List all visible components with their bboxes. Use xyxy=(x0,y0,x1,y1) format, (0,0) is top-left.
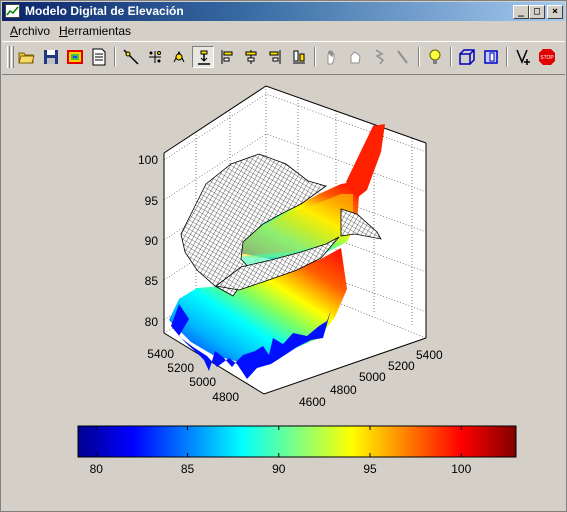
minimize-button[interactable]: _ xyxy=(513,5,529,19)
toolbar-grip[interactable] xyxy=(11,46,14,68)
elevation-figure[interactable]: 100 95 90 85 80 5400 5200 5000 4800 4600… xyxy=(1,74,566,512)
align-right-button[interactable] xyxy=(264,46,286,68)
select-tool-button[interactable] xyxy=(192,46,214,68)
hand-grab-icon xyxy=(350,51,361,64)
menu-archivo[interactable]: Archivo xyxy=(10,24,50,38)
save-button[interactable] xyxy=(40,46,62,68)
toolbar-separator xyxy=(506,47,508,67)
menu-bar: Archivo Herramientas xyxy=(2,22,565,40)
toolbar-separator xyxy=(418,47,420,67)
toolbar-separator xyxy=(114,47,116,67)
colorbar-tick-label: 85 xyxy=(181,462,195,476)
z-tick-label: 95 xyxy=(145,194,159,208)
colorbar-tick-label: 95 xyxy=(363,462,377,476)
distribute-icon xyxy=(293,50,305,64)
y-tick-label: 5200 xyxy=(167,361,194,375)
light-bulb-icon xyxy=(429,49,441,64)
add-vertex-icon xyxy=(516,49,530,65)
x-tick-label: 5000 xyxy=(359,370,386,384)
title-bar[interactable]: Modelo Digital de Elevación _ □ × xyxy=(2,2,565,21)
menu-archivo-accel: A xyxy=(10,24,19,38)
z-tick-label: 100 xyxy=(138,153,158,167)
zoom-line-icon xyxy=(123,49,139,65)
pen-icon xyxy=(397,50,408,64)
colorbar-tick-label: 100 xyxy=(451,462,471,476)
document-icon xyxy=(92,48,106,66)
colorbar-tick-label: 90 xyxy=(272,462,286,476)
x-tick-label: 5400 xyxy=(416,348,443,362)
document-button[interactable] xyxy=(88,46,110,68)
stop-icon: STOP xyxy=(539,49,555,65)
hand-button[interactable] xyxy=(320,46,342,68)
zoom-line-button[interactable] xyxy=(120,46,142,68)
stop-button[interactable]: STOP xyxy=(536,46,558,68)
close-button[interactable]: × xyxy=(547,5,563,19)
z-tick-label: 90 xyxy=(145,234,159,248)
z-tick-label: 80 xyxy=(145,315,159,329)
app-chart-icon xyxy=(5,4,20,18)
box-view-button[interactable] xyxy=(480,46,502,68)
cube-view-button[interactable] xyxy=(456,46,478,68)
hand-grab-button[interactable] xyxy=(344,46,366,68)
scatter-points-button[interactable] xyxy=(144,46,166,68)
light-bulb-button[interactable] xyxy=(424,46,446,68)
z-tick-label: 85 xyxy=(145,274,159,288)
colorbar-gradient xyxy=(77,425,517,458)
x-tick-label: 5200 xyxy=(388,359,415,373)
scatter-points-icon xyxy=(149,51,161,63)
stop-label: STOP xyxy=(540,55,554,61)
toolbar-separator xyxy=(314,47,316,67)
rotate-icon xyxy=(173,50,185,63)
y-tick-label: 4800 xyxy=(212,390,239,404)
box-view-icon xyxy=(484,50,498,64)
pen-button[interactable] xyxy=(392,46,414,68)
toolbar: STOP xyxy=(2,41,565,75)
y-tick-label: 5000 xyxy=(189,375,216,389)
colorbar: 80 85 90 95 100 xyxy=(77,425,517,476)
z-axis-ticks: 100 95 90 85 80 xyxy=(138,153,158,329)
align-right-icon xyxy=(269,50,281,64)
window-title: Modelo Digital de Elevación xyxy=(25,4,184,18)
distribute-button[interactable] xyxy=(288,46,310,68)
open-folder-icon xyxy=(18,52,35,64)
toolbar-separator xyxy=(450,47,452,67)
color-image-button[interactable] xyxy=(64,46,86,68)
color-image-icon xyxy=(67,50,83,64)
select-tool-icon xyxy=(198,50,210,65)
maximize-button[interactable]: □ xyxy=(529,5,545,19)
add-vertex-button[interactable] xyxy=(512,46,534,68)
align-center-icon xyxy=(245,50,257,64)
cube-view-icon xyxy=(459,49,475,65)
lightning-button[interactable] xyxy=(368,46,390,68)
align-left-icon xyxy=(221,50,233,64)
menu-herramientas[interactable]: Herramientas xyxy=(59,24,131,38)
arrow-lightning-icon xyxy=(375,49,385,65)
app-window: Modelo Digital de Elevación _ □ × Archiv… xyxy=(0,0,567,512)
align-center-button[interactable] xyxy=(240,46,262,68)
save-disk-icon xyxy=(44,50,58,64)
menu-herramientas-accel: H xyxy=(59,24,68,38)
menu-archivo-label: rchivo xyxy=(18,24,51,38)
hand-icon xyxy=(327,50,335,65)
align-left-button[interactable] xyxy=(216,46,238,68)
toolbar-grip[interactable] xyxy=(7,46,10,68)
x-tick-label: 4600 xyxy=(299,395,326,409)
menu-herramientas-label: erramientas xyxy=(67,24,132,38)
y-tick-label: 5400 xyxy=(147,347,174,361)
colorbar-tick-label: 80 xyxy=(90,462,104,476)
open-button[interactable] xyxy=(16,46,38,68)
x-tick-label: 4800 xyxy=(330,383,357,397)
rotate-button[interactable] xyxy=(168,46,190,68)
